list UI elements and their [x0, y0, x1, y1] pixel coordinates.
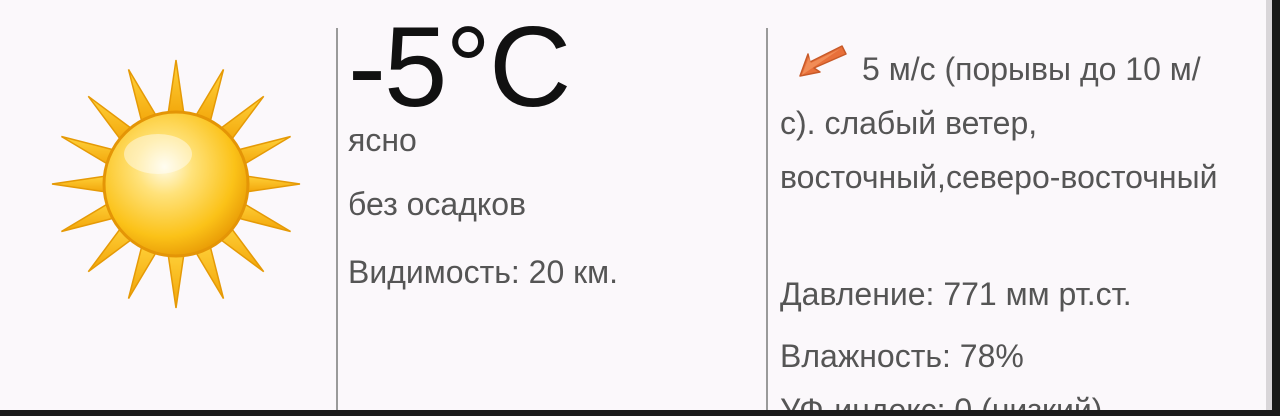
precipitation: без осадков [348, 186, 527, 222]
sun-icon [51, 59, 301, 309]
sun-ray [166, 248, 186, 309]
column-divider [766, 28, 768, 410]
humidity: Влажность: 78% [780, 338, 1024, 374]
visibility: Видимость: 20 км. [348, 254, 619, 290]
sun-ray [51, 174, 112, 194]
sun-ray [240, 174, 301, 194]
sun-ray [166, 59, 186, 120]
wind-description: 5 м/с (порывы до 10 м/с). слабый ветер, … [780, 51, 1218, 195]
weather-card: -5°C ясно без осадков Видимость: 20 км. … [0, 0, 1272, 410]
pressure: Давление: 771 мм рт.ст. [780, 276, 1132, 312]
column-divider [336, 28, 338, 410]
temperature-value: -5°C [348, 4, 571, 131]
sky-condition: ясно [348, 122, 417, 158]
uv-index: УФ-индекс: 0 (низкий) [780, 392, 1103, 410]
